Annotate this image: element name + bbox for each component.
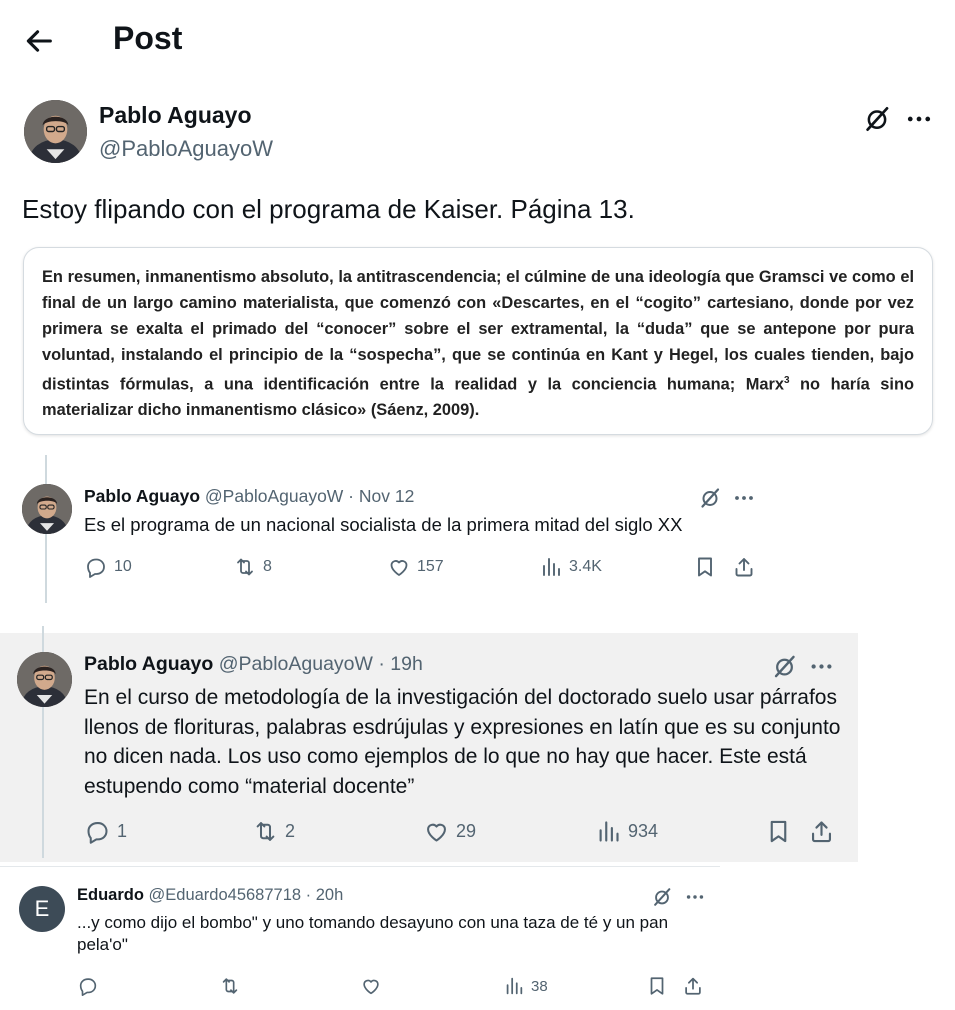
grok-icon[interactable] xyxy=(771,653,798,680)
author-handle[interactable]: @PabloAguayoW xyxy=(99,136,273,162)
like-icon xyxy=(423,818,450,845)
reply-meta[interactable]: @Eduardo45687718 · 20h xyxy=(149,886,344,904)
reply-icon xyxy=(84,555,108,579)
like-count: 157 xyxy=(417,558,444,575)
views-icon xyxy=(595,818,622,845)
views-count: 934 xyxy=(628,821,659,841)
reply-meta[interactable]: @PabloAguayoW · 19h xyxy=(219,653,423,675)
like-button[interactable]: 157 xyxy=(387,555,444,579)
author-name[interactable]: Pablo Aguayo xyxy=(99,102,252,129)
grok-icon[interactable] xyxy=(698,486,722,510)
views-button[interactable]: 3.4K xyxy=(539,555,602,579)
more-icon[interactable] xyxy=(732,486,756,510)
quoted-image-text[interactable]: En resumen, inmanentismo absoluto, la an… xyxy=(23,247,933,435)
reply-count: 10 xyxy=(114,558,132,575)
views-icon xyxy=(539,555,563,579)
avatar[interactable] xyxy=(17,652,72,707)
reply-count: 1 xyxy=(117,821,128,841)
share-icon[interactable] xyxy=(808,818,835,845)
reply-text: Es el programa de un nacional socialista… xyxy=(84,514,683,535)
repost-icon xyxy=(252,818,279,845)
repost-button[interactable]: 8 xyxy=(233,555,272,579)
views-count: 3.4K xyxy=(569,558,602,575)
reply-icon xyxy=(84,818,111,845)
reply-icon xyxy=(77,975,99,997)
reply-header: Pablo Aguayo @PabloAguayoW · Nov 12 xyxy=(84,486,414,507)
like-button[interactable]: 29 xyxy=(423,818,476,845)
reply-author-name[interactable]: Pablo Aguayo xyxy=(84,486,200,506)
page-title: Post xyxy=(113,20,183,56)
views-icon xyxy=(503,975,525,997)
repost-count: 8 xyxy=(263,558,272,575)
repost-icon xyxy=(233,555,257,579)
reply-button[interactable] xyxy=(77,975,99,997)
bookmark-icon[interactable] xyxy=(646,975,668,997)
reply-text: En el curso de metodología de la investi… xyxy=(84,686,841,798)
share-icon[interactable] xyxy=(682,975,704,997)
grok-icon[interactable] xyxy=(651,886,673,908)
reply-header: Eduardo @Eduardo45687718 · 20h xyxy=(77,886,343,905)
back-arrow-icon[interactable] xyxy=(22,24,56,58)
reply-meta[interactable]: @PabloAguayoW · Nov 12 xyxy=(205,486,414,506)
divider xyxy=(0,866,720,867)
repost-icon xyxy=(219,975,241,997)
repost-count: 2 xyxy=(285,821,296,841)
more-icon[interactable] xyxy=(684,886,706,908)
bookmark-icon[interactable] xyxy=(765,818,792,845)
views-count: 38 xyxy=(531,977,548,995)
reply-author-name[interactable]: Pablo Aguayo xyxy=(84,653,213,675)
reply-button[interactable]: 10 xyxy=(84,555,132,579)
repost-button[interactable]: 2 xyxy=(252,818,295,845)
bookmark-icon[interactable] xyxy=(693,555,717,579)
avatar[interactable] xyxy=(22,484,72,534)
like-count: 29 xyxy=(456,821,477,841)
reply-text: ...y como dijo el bombo" y uno tomando d… xyxy=(77,913,669,954)
like-icon xyxy=(387,555,411,579)
reply-header: Pablo Aguayo @PabloAguayoW · 19h xyxy=(84,653,423,676)
more-icon[interactable] xyxy=(808,653,835,680)
share-icon[interactable] xyxy=(732,555,756,579)
like-button[interactable] xyxy=(360,975,382,997)
avatar[interactable]: E xyxy=(19,886,65,932)
more-icon[interactable] xyxy=(904,104,934,134)
reply-button[interactable]: 1 xyxy=(84,818,127,845)
repost-button[interactable] xyxy=(219,975,241,997)
views-button[interactable]: 38 xyxy=(503,975,548,997)
like-icon xyxy=(360,975,382,997)
views-button[interactable]: 934 xyxy=(595,818,658,845)
reply-author-name[interactable]: Eduardo xyxy=(77,886,144,904)
grok-icon[interactable] xyxy=(862,104,892,134)
avatar[interactable] xyxy=(24,100,87,163)
post-text: Estoy flipando con el programa de Kaiser… xyxy=(22,194,635,224)
